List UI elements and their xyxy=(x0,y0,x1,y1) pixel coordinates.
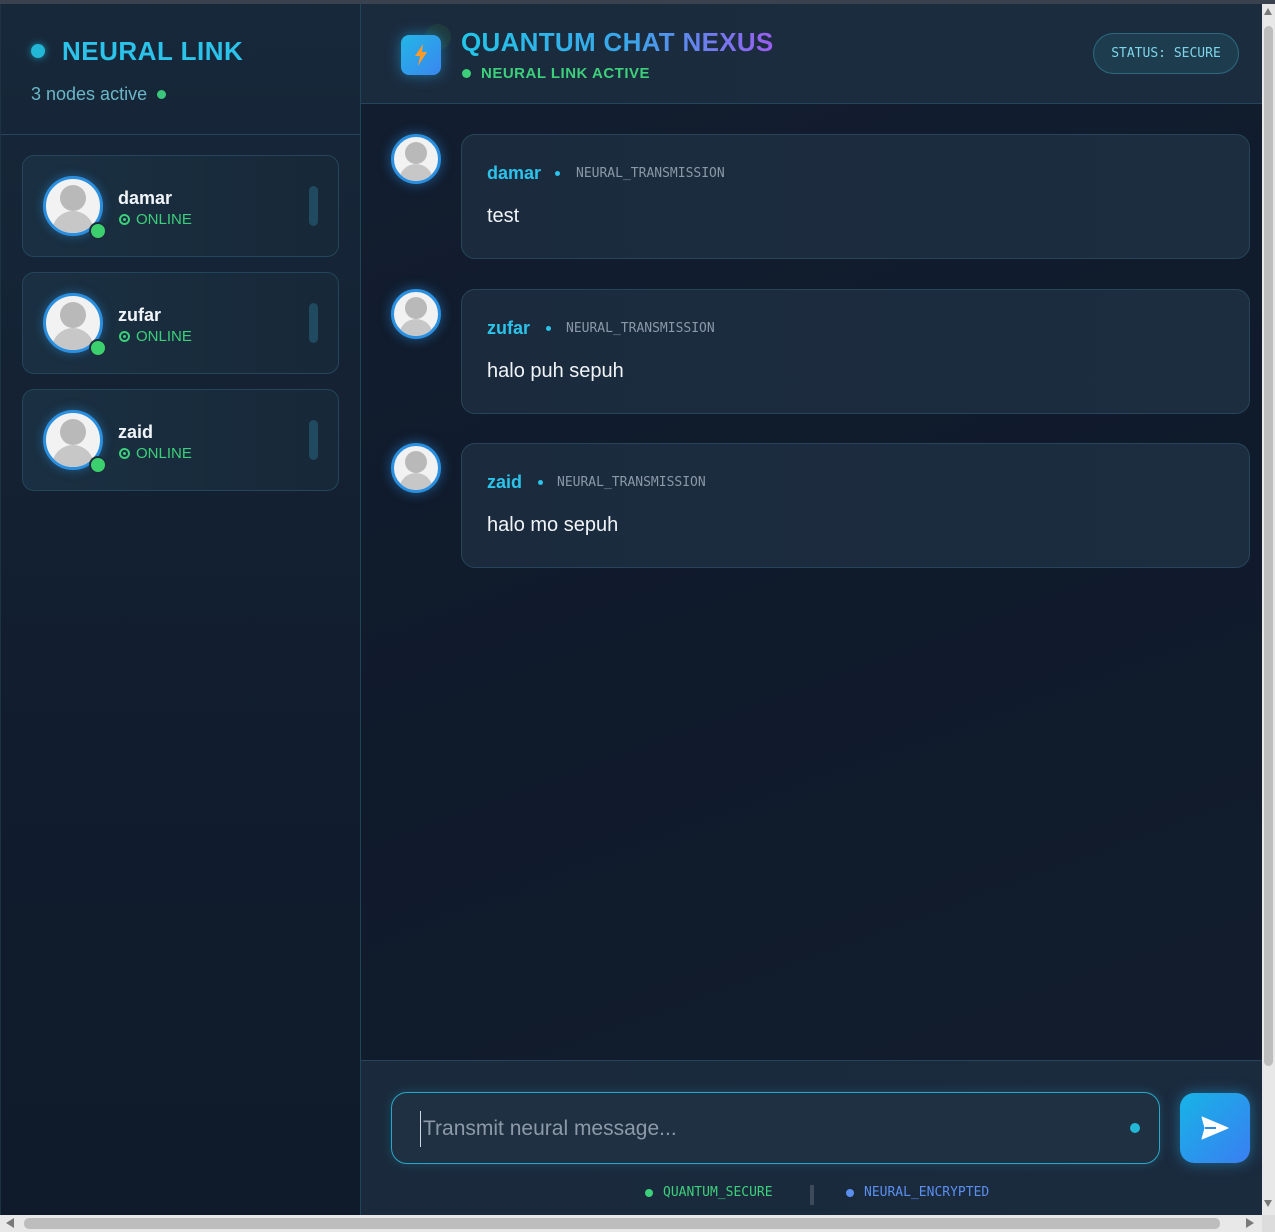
activity-bar xyxy=(309,420,318,460)
message-bubble: damar NEURAL_TRANSMISSION test xyxy=(461,134,1250,259)
link-indicator-dot xyxy=(31,44,45,58)
online-indicator xyxy=(89,339,107,357)
footer-divider xyxy=(810,1185,814,1205)
sidebar: NEURAL LINK 3 nodes active damar ONLINE xyxy=(0,4,361,1215)
scroll-left-icon[interactable] xyxy=(6,1218,14,1228)
sidebar-header: NEURAL LINK 3 nodes active xyxy=(1,4,360,135)
input-indicator-dot xyxy=(1130,1123,1140,1133)
message-tag: NEURAL_TRANSMISSION xyxy=(576,166,725,181)
user-list: damar ONLINE zufar ONLINE zaid ONLINE xyxy=(1,135,360,491)
user-status: ONLINE xyxy=(119,445,192,462)
scroll-down-icon[interactable] xyxy=(1264,1200,1272,1207)
vertical-scroll-thumb[interactable] xyxy=(1264,26,1273,1066)
message-bubble: zaid NEURAL_TRANSMISSION halo mo sepuh xyxy=(461,443,1250,568)
message-tag: NEURAL_TRANSMISSION xyxy=(566,321,715,336)
send-button[interactable] xyxy=(1180,1093,1250,1163)
link-active-dot xyxy=(462,69,471,78)
nodes-active-dot xyxy=(157,90,167,99)
online-indicator xyxy=(89,456,107,474)
message-text: halo puh sepuh xyxy=(487,360,624,382)
avatar xyxy=(391,443,441,493)
avatar xyxy=(391,134,441,184)
user-status: ONLINE xyxy=(119,211,192,228)
chat-header: QUANTUM CHAT NEXUS NEURAL LINK ACTIVE ST… xyxy=(361,4,1262,104)
message-bubble: zufar NEURAL_TRANSMISSION halo puh sepuh xyxy=(461,289,1250,414)
status-badge: STATUS: SECURE xyxy=(1093,33,1239,74)
message-sender: zufar xyxy=(487,318,531,338)
scroll-up-icon[interactable] xyxy=(1264,8,1272,15)
scroll-right-icon[interactable] xyxy=(1246,1218,1254,1228)
user-status: ONLINE xyxy=(119,328,192,345)
online-status-icon xyxy=(119,331,130,342)
user-item-damar[interactable]: damar ONLINE xyxy=(22,155,339,257)
vertical-scrollbar[interactable] xyxy=(1262,4,1275,1215)
horizontal-scroll-thumb[interactable] xyxy=(24,1218,1220,1229)
message-item: zufar NEURAL_TRANSMISSION halo puh sepuh xyxy=(361,289,1262,414)
security-footer: QUANTUM_SECURE NEURAL_ENCRYPTED xyxy=(361,1185,1262,1205)
app-title: QUANTUM CHAT NEXUS xyxy=(461,27,774,57)
message-item: zaid NEURAL_TRANSMISSION halo mo sepuh xyxy=(361,443,1262,568)
message-tag: NEURAL_TRANSMISSION xyxy=(557,475,706,490)
message-text: test xyxy=(487,205,520,227)
user-name: damar xyxy=(118,188,173,208)
message-composer: QUANTUM_SECURE NEURAL_ENCRYPTED xyxy=(361,1060,1262,1215)
online-status-icon xyxy=(119,214,130,225)
message-sender: damar xyxy=(487,163,542,183)
nodes-active-count: 3 nodes active xyxy=(31,84,148,104)
user-name: zaid xyxy=(118,422,154,442)
message-item: damar NEURAL_TRANSMISSION test xyxy=(361,134,1262,259)
user-name: zufar xyxy=(118,305,162,325)
quantum-secure-label: QUANTUM_SECURE xyxy=(645,1185,773,1200)
sidebar-title: NEURAL LINK xyxy=(62,35,244,66)
avatar xyxy=(391,289,441,339)
horizontal-scrollbar[interactable] xyxy=(0,1215,1262,1232)
neural-encrypted-label: NEURAL_ENCRYPTED xyxy=(846,1185,989,1200)
lightning-bolt-icon xyxy=(401,35,441,75)
user-item-zaid[interactable]: zaid ONLINE xyxy=(22,389,339,491)
chat-panel: QUANTUM CHAT NEXUS NEURAL LINK ACTIVE ST… xyxy=(361,4,1262,1215)
activity-bar xyxy=(309,186,318,226)
send-icon xyxy=(1201,1116,1229,1140)
message-sender: zaid xyxy=(487,472,523,492)
message-input-box[interactable] xyxy=(391,1092,1160,1164)
activity-bar xyxy=(309,303,318,343)
online-status-icon xyxy=(119,448,130,459)
user-item-zufar[interactable]: zufar ONLINE xyxy=(22,272,339,374)
message-text: halo mo sepuh xyxy=(487,514,619,536)
link-status: NEURAL LINK ACTIVE xyxy=(462,65,650,82)
message-input[interactable] xyxy=(420,1111,1100,1147)
online-indicator xyxy=(89,222,107,240)
scrollbar-corner xyxy=(1262,1215,1275,1232)
